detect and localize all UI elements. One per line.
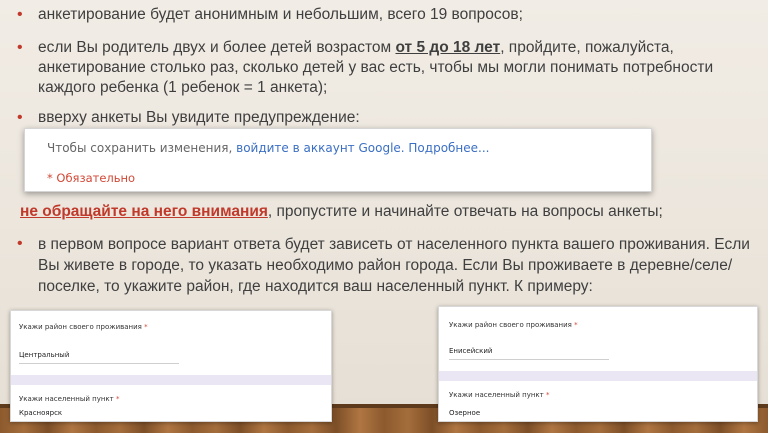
answer-district: Центральный (19, 351, 70, 359)
ignore-warning-emphasis: не обращайте на него внимания (20, 203, 268, 220)
instruction-rest: , пропустите и начинайте отвечать на воп… (267, 203, 663, 220)
question-label: Укажи район своего проживания (449, 321, 572, 329)
question-label: Укажи район своего проживания (19, 323, 142, 331)
bullet-marker: • (17, 39, 23, 56)
age-range-emphasis: от 5 до 18 лет (395, 39, 501, 56)
required-asterisk: * (144, 323, 148, 331)
warning-message: Чтобы сохранить изменения, войдите в акк… (47, 141, 489, 155)
question-label: Укажи населенный пункт (19, 395, 114, 403)
form-example-city: Укажи район своего проживания * Централь… (10, 310, 332, 422)
warning-prefix: Чтобы сохранить изменения, (47, 141, 237, 155)
bullet-text-first-question: в первом вопросе вариант ответа будет за… (38, 236, 750, 295)
instruction-line: не обращайте на него внимания, пропустит… (20, 202, 760, 222)
question-locality: Укажи населенный пункт * (449, 391, 549, 399)
answer-district: Енисейский (449, 347, 493, 355)
bullet-text-multiple-children: если Вы родитель двух и более детей возр… (38, 38, 760, 98)
required-asterisk: * (545, 391, 550, 399)
question-locality: Укажи населенный пункт * (19, 395, 119, 403)
answer-locality: Красноярск (19, 409, 63, 417)
answer-locality: Озерное (449, 409, 481, 417)
bullet-text-warning-intro: вверху анкеты Вы увидите предупреждение: (38, 109, 360, 126)
required-asterisk: * (115, 395, 120, 403)
question-district: Укажи район своего проживания * (19, 323, 148, 331)
question-separator (11, 375, 331, 385)
bullet-marker: • (17, 235, 23, 252)
answer-underline (449, 359, 609, 360)
required-asterisk: * (574, 321, 578, 329)
bullet-marker: • (17, 6, 23, 23)
question-district: Укажи район своего проживания * (449, 321, 578, 329)
bullet-text-anonymous: анкетирование будет анонимным и небольши… (38, 6, 523, 23)
bullet-marker: • (17, 109, 23, 126)
question-label: Укажи населенный пункт (449, 391, 544, 399)
google-form-warning-card: Чтобы сохранить изменения, войдите в акк… (24, 128, 652, 192)
text-segment: если Вы родитель двух и более детей возр… (38, 39, 396, 56)
form-example-village: Укажи район своего проживания * Енисейск… (438, 306, 758, 422)
question-separator (439, 371, 757, 381)
required-note: * Обязательно (47, 171, 136, 185)
answer-underline (19, 363, 179, 364)
google-sign-in-link[interactable]: войдите в аккаунт Google. Подробнее... (236, 141, 489, 155)
